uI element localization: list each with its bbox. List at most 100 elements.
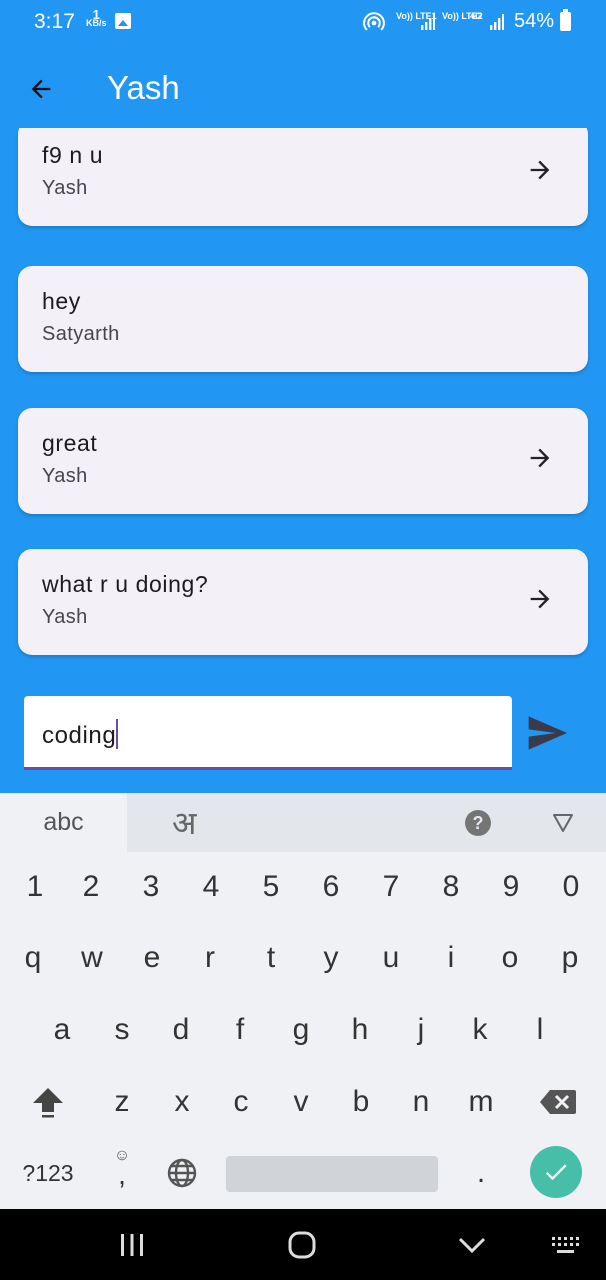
arrow-right-icon[interactable]	[526, 156, 554, 184]
key-x[interactable]: x	[152, 1072, 212, 1132]
number-row: 1 2 3 4 5 6 7 8 9 0	[0, 857, 606, 917]
key-r[interactable]: r	[180, 928, 240, 988]
message-sender: Yash	[42, 177, 88, 199]
key-0[interactable]: 0	[541, 857, 601, 917]
key-6[interactable]: 6	[301, 857, 361, 917]
letter-row-q: q w e r t y u i o p	[0, 928, 606, 988]
comma-key[interactable]: ☺ ,	[92, 1143, 152, 1203]
message-card[interactable]: great Yash	[18, 408, 588, 514]
key-c[interactable]: c	[211, 1072, 271, 1132]
data-speed: 1 KB/s	[86, 8, 107, 28]
message-list[interactable]: f9 n u Yash hey Satyarth great Yash what…	[0, 128, 606, 668]
check-icon	[545, 1164, 567, 1181]
key-p[interactable]: p	[540, 928, 600, 988]
key-s[interactable]: s	[92, 1000, 152, 1060]
recent-apps-button[interactable]	[112, 1227, 152, 1263]
key-u[interactable]: u	[361, 928, 421, 988]
back-nav-button[interactable]	[452, 1227, 492, 1263]
keyboard-tab-hindi[interactable]: अ	[172, 801, 196, 844]
message-text: f9 n u	[42, 142, 104, 168]
key-k[interactable]: k	[450, 1000, 510, 1060]
key-i[interactable]: i	[421, 928, 481, 988]
backspace-icon	[540, 1090, 576, 1114]
key-m[interactable]: m	[451, 1072, 511, 1132]
letter-row-a: a s d f g h j k l	[0, 1000, 606, 1060]
status-bar: 3:17 1 KB/s Vo)) LTE1 Vo)) LTE2 4G 54%	[0, 0, 606, 48]
keyboard-tab-abc[interactable]: abc	[0, 793, 127, 852]
message-sender: Yash	[42, 606, 88, 628]
message-card[interactable]: hey Satyarth	[18, 266, 588, 372]
message-card[interactable]: f9 n u Yash	[18, 128, 588, 226]
key-a[interactable]: a	[32, 1000, 92, 1060]
gallery-notification-icon	[115, 13, 131, 29]
signal-icon	[490, 14, 504, 30]
key-e[interactable]: e	[122, 928, 182, 988]
message-input-value: coding	[42, 719, 119, 750]
key-v[interactable]: v	[271, 1072, 331, 1132]
keyboard-switch-button[interactable]	[546, 1227, 586, 1263]
home-button[interactable]	[282, 1227, 322, 1263]
keyboard-icon	[552, 1237, 579, 1253]
message-text: what r u doing?	[42, 571, 209, 597]
key-y[interactable]: y	[301, 928, 361, 988]
system-nav-bar	[0, 1209, 606, 1280]
space-key[interactable]	[226, 1156, 438, 1192]
key-1[interactable]: 1	[5, 857, 65, 917]
key-w[interactable]: w	[62, 928, 122, 988]
send-icon	[528, 716, 567, 750]
shift-key[interactable]	[18, 1072, 78, 1132]
message-text: great	[42, 430, 98, 456]
key-3[interactable]: 3	[121, 857, 181, 917]
collapse-keyboard-icon[interactable]	[552, 813, 574, 833]
key-j[interactable]: j	[391, 1000, 451, 1060]
letter-row-z: z x c v b n m	[0, 1072, 606, 1132]
recent-apps-icon	[121, 1234, 143, 1256]
arrow-right-icon[interactable]	[526, 585, 554, 613]
key-z[interactable]: z	[92, 1072, 152, 1132]
message-sender: Yash	[42, 465, 88, 487]
text-caret	[116, 719, 119, 750]
shift-icon	[33, 1088, 63, 1118]
message-input[interactable]: coding	[24, 696, 512, 770]
battery-level: 54%	[514, 10, 555, 32]
key-5[interactable]: 5	[241, 857, 301, 917]
key-o[interactable]: o	[480, 928, 540, 988]
message-card[interactable]: what r u doing? Yash	[18, 549, 588, 655]
message-sender: Satyarth	[42, 323, 120, 345]
help-icon[interactable]: ?	[465, 810, 491, 836]
hotspot-icon	[363, 12, 385, 31]
key-g[interactable]: g	[271, 1000, 331, 1060]
message-text: hey	[42, 288, 81, 314]
key-q[interactable]: q	[3, 928, 63, 988]
key-8[interactable]: 8	[421, 857, 481, 917]
key-t[interactable]: t	[241, 928, 301, 988]
chevron-down-icon	[458, 1237, 486, 1254]
app-bar: Yash	[0, 48, 606, 128]
status-time: 3:17	[34, 10, 75, 33]
key-2[interactable]: 2	[61, 857, 121, 917]
enter-key[interactable]	[530, 1146, 582, 1198]
chat-title: Yash	[107, 69, 180, 106]
key-f[interactable]: f	[210, 1000, 270, 1060]
keyboard-toolbar: abc अ ?	[0, 793, 606, 852]
backspace-key[interactable]	[528, 1072, 588, 1132]
key-b[interactable]: b	[331, 1072, 391, 1132]
key-9[interactable]: 9	[481, 857, 541, 917]
symbols-key[interactable]: ?123	[17, 1143, 79, 1203]
send-button[interactable]	[527, 716, 567, 750]
key-d[interactable]: d	[151, 1000, 211, 1060]
period-key[interactable]: .	[451, 1143, 511, 1203]
arrow-right-icon[interactable]	[526, 444, 554, 472]
key-h[interactable]: h	[330, 1000, 390, 1060]
soft-keyboard: abc अ ? 1 2 3 4 5 6 7 8 9 0 q w e r t y …	[0, 793, 606, 1209]
back-button[interactable]	[22, 70, 60, 108]
battery-icon	[560, 9, 571, 31]
bottom-row: ?123 ☺ , .	[0, 1143, 606, 1203]
key-l[interactable]: l	[510, 1000, 570, 1060]
network-type: 4G	[470, 11, 483, 21]
key-7[interactable]: 7	[361, 857, 421, 917]
key-4[interactable]: 4	[181, 857, 241, 917]
language-key[interactable]	[152, 1143, 212, 1203]
key-n[interactable]: n	[391, 1072, 451, 1132]
home-icon	[288, 1231, 316, 1259]
